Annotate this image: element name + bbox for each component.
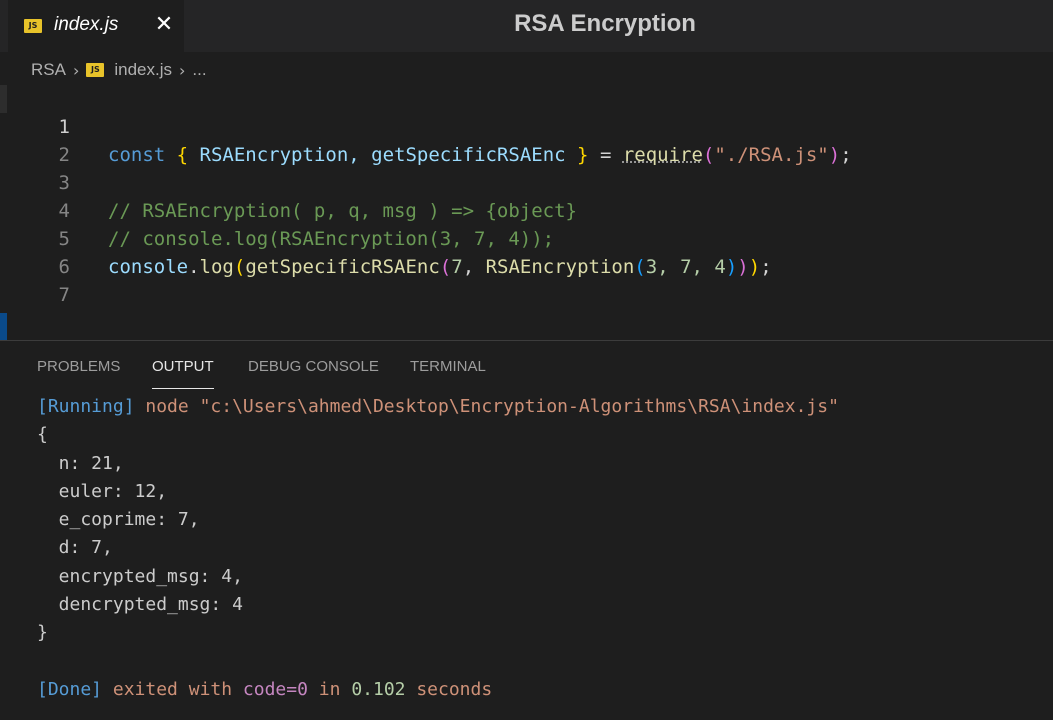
bracket: ( bbox=[439, 256, 452, 278]
running-command: node "c:\Users\ahmed\Desktop\Encryption-… bbox=[134, 396, 839, 417]
breadcrumb-more[interactable]: ... bbox=[192, 60, 206, 80]
bracket: ) bbox=[748, 256, 761, 278]
output-line: encrypted_msg: 4, bbox=[37, 565, 243, 587]
identifier-console: console bbox=[108, 256, 189, 278]
bracket: ( bbox=[233, 256, 246, 278]
output-line: [Running] node "c:\Users\ahmed\Desktop\E… bbox=[37, 393, 839, 421]
function-RSAEncryption: RSAEncryption bbox=[485, 256, 635, 278]
chevron-right-icon: › bbox=[179, 60, 186, 80]
destructured-names: RSAEncryption, getSpecificRSAEnc bbox=[188, 144, 578, 166]
code-line[interactable]: 1 const { RSAEncryption, getSpecificRSAE… bbox=[0, 85, 852, 166]
code-content[interactable]: console.log(getSpecificRSAEnc(7, RSAEncr… bbox=[108, 253, 772, 281]
output-line: n: 21, bbox=[37, 452, 124, 474]
function-getSpecificRSAEnc: getSpecificRSAEnc bbox=[245, 256, 440, 278]
operator: = bbox=[588, 144, 623, 166]
exit-code: code=0 bbox=[242, 678, 308, 700]
tab-debug-console[interactable]: DEBUG CONSOLE bbox=[248, 358, 379, 388]
comment[interactable]: // console.log(RSAEncryption(3, 7, 4)); bbox=[108, 225, 554, 253]
breadcrumb: RSA › JS index.js › ... bbox=[31, 57, 207, 83]
output-line: d: 7, bbox=[37, 537, 113, 559]
running-tag: [Running] bbox=[37, 396, 135, 417]
code-line[interactable]: 6 bbox=[0, 225, 70, 278]
string-literal: "./RSA.js" bbox=[714, 144, 829, 166]
bracket: ) bbox=[828, 144, 841, 166]
tab-label: index.js bbox=[54, 14, 119, 35]
output-line: } bbox=[37, 622, 48, 644]
semicolon: ; bbox=[760, 256, 772, 278]
done-text: exited with bbox=[102, 678, 243, 700]
code-line[interactable]: 5 console.log(getSpecificRSAEnc(7, RSAEn… bbox=[0, 197, 772, 278]
bottom-panel: PROBLEMS OUTPUT DEBUG CONSOLE TERMINAL [… bbox=[0, 340, 1053, 720]
window-title: RSA Encryption bbox=[514, 10, 696, 37]
bracket: ) bbox=[737, 256, 749, 278]
breadcrumb-file[interactable]: index.js bbox=[114, 60, 172, 80]
code-line[interactable]: 7 bbox=[0, 253, 70, 306]
bracket: { bbox=[176, 144, 189, 166]
done-tag: [Done] bbox=[37, 678, 103, 700]
tab-terminal[interactable]: TERMINAL bbox=[410, 358, 486, 388]
number-arguments: 3, 7, 4 bbox=[645, 256, 726, 278]
tab-index-js[interactable]: JS index.js ✕ bbox=[8, 0, 184, 52]
done-text: seconds bbox=[405, 678, 493, 700]
output-line: { bbox=[37, 424, 48, 446]
tab-output[interactable]: OUTPUT bbox=[152, 358, 214, 389]
breadcrumb-folder[interactable]: RSA bbox=[31, 60, 66, 80]
code-editor[interactable]: 1 const { RSAEncryption, getSpecificRSAE… bbox=[0, 85, 1053, 340]
dot: . bbox=[188, 256, 200, 278]
code-content[interactable]: const { RSAEncryption, getSpecificRSAEnc… bbox=[108, 141, 852, 169]
chevron-right-icon: › bbox=[72, 60, 80, 80]
output-line: e_coprime: 7, bbox=[37, 509, 200, 531]
bracket: ( bbox=[702, 144, 715, 166]
javascript-file-icon: JS bbox=[24, 19, 42, 33]
close-icon[interactable]: ✕ bbox=[152, 11, 176, 39]
tab-bar: JS index.js ✕ RSA Encryption bbox=[0, 0, 1053, 52]
code-line[interactable]: 2 bbox=[0, 113, 70, 166]
bracket: ( bbox=[634, 256, 646, 278]
number-literal: 7 bbox=[451, 256, 463, 278]
output-line: euler: 12, bbox=[37, 480, 168, 502]
output-log[interactable]: [Running] node "c:\Users\ahmed\Desktop\E… bbox=[37, 393, 839, 704]
code-line[interactable]: 3 // RSAEncryption( p, q, msg ) => {obje… bbox=[0, 141, 577, 222]
output-line: [Done] exited with code=0 in 0.102 secon… bbox=[37, 676, 839, 704]
javascript-file-icon: JS bbox=[86, 63, 105, 77]
output-line: dencrypted_msg: 4 bbox=[37, 594, 243, 616]
tab-problems[interactable]: PROBLEMS bbox=[37, 358, 120, 388]
bracket: ) bbox=[725, 256, 738, 278]
semicolon: ; bbox=[840, 144, 852, 166]
line-number: 7 bbox=[58, 284, 70, 306]
comment[interactable]: // RSAEncryption( p, q, msg ) => {object… bbox=[108, 197, 577, 225]
function-log: log bbox=[199, 256, 234, 278]
elapsed-time: 0.102 bbox=[351, 678, 406, 700]
code-line[interactable]: 4 // console.log(RSAEncryption(3, 7, 4))… bbox=[0, 169, 555, 250]
keyword-const: const bbox=[108, 144, 166, 166]
bracket: } bbox=[577, 144, 589, 166]
comma: , bbox=[462, 256, 486, 278]
require-call: require bbox=[622, 144, 703, 166]
panel-tabs: PROBLEMS OUTPUT DEBUG CONSOLE TERMINAL bbox=[0, 341, 1053, 389]
done-text: in bbox=[307, 678, 352, 700]
